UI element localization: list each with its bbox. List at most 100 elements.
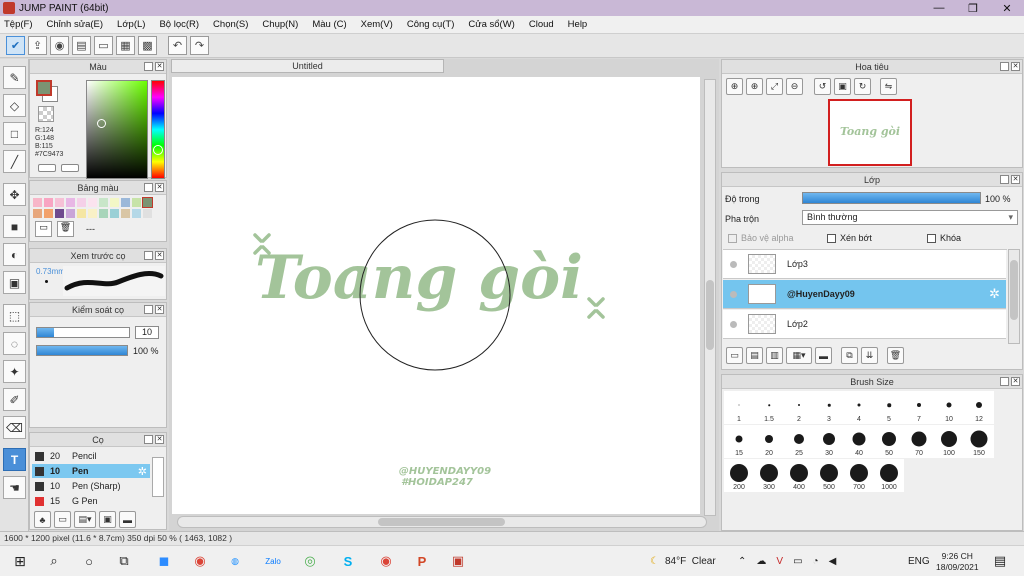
palette-swatch[interactable] (33, 198, 42, 207)
task-view-icon[interactable]: ⧉ (114, 551, 134, 571)
palette-swatch[interactable] (142, 197, 153, 208)
volume-icon[interactable]: ◀ (829, 556, 837, 567)
float-icon[interactable] (1000, 62, 1009, 71)
duplicate-layer-icon[interactable]: ⧉ (841, 347, 858, 364)
hand-tool-icon[interactable]: ☚ (3, 476, 26, 499)
brush-size-option[interactable]: 10 (934, 391, 964, 424)
float-icon[interactable] (144, 62, 153, 71)
palette-swatch[interactable] (110, 198, 119, 207)
share-icon[interactable]: ⇪ (28, 36, 47, 55)
brush-folder-icon[interactable]: ▬ (119, 511, 136, 528)
new-raster-layer-icon[interactable]: ▤ (746, 347, 763, 364)
brush-item-pencil[interactable]: 20 Pencil (32, 449, 150, 463)
float-icon[interactable] (144, 305, 153, 314)
palette-swatch[interactable] (33, 209, 42, 218)
hue-slider[interactable] (151, 80, 165, 179)
brush-size-option[interactable]: 400 (784, 459, 814, 492)
menu-select[interactable]: Chọn(S) (213, 19, 248, 30)
battery-icon[interactable]: ▭ (793, 556, 802, 567)
palette-swatch[interactable] (88, 198, 97, 207)
magic-wand-tool-icon[interactable]: ✦ (3, 360, 26, 383)
layer-type-menu-icon[interactable]: ▦▾ (786, 347, 812, 364)
zoom-in-icon[interactable]: ⊕ (746, 78, 763, 95)
layer-list-scrollbar[interactable] (1008, 249, 1020, 344)
weather-widget[interactable]: ☾ 84°F Clear (650, 546, 716, 576)
selection-pen-tool-icon[interactable]: ✐ (3, 388, 26, 411)
eraser-tool-icon[interactable]: ◇ (3, 94, 26, 117)
palette-swatch[interactable] (55, 198, 64, 207)
zoom-out-icon[interactable]: ⊖ (786, 78, 803, 95)
new-layer-icon[interactable]: ▭ (726, 347, 743, 364)
close-icon[interactable]: ✕ (155, 62, 164, 71)
chrome-profile-icon[interactable]: ◉ (376, 551, 396, 571)
float-icon[interactable] (144, 251, 153, 260)
visibility-icon[interactable] (730, 260, 737, 268)
move-tool-icon[interactable]: ✥ (3, 183, 26, 206)
palette-swatch[interactable] (132, 209, 141, 218)
brush-size-option[interactable]: 150 (964, 425, 994, 458)
brush-size-option[interactable]: 500 (814, 459, 844, 492)
check-icon[interactable]: ✔ (6, 36, 25, 55)
jump-paint-icon[interactable]: ▣ (448, 551, 468, 571)
palette-swatch[interactable] (66, 209, 75, 218)
palette-swatch[interactable] (55, 209, 64, 218)
network-icon[interactable]: ◔ (813, 556, 819, 567)
brush-opacity-slider[interactable] (36, 345, 128, 356)
menu-layer[interactable]: Lớp(L) (117, 19, 145, 30)
grid-icon[interactable]: ▩ (138, 36, 157, 55)
brush-item-pen-sharp[interactable]: 10 Pen (Sharp) (32, 479, 150, 493)
visibility-icon[interactable] (730, 290, 737, 298)
brush-size-option[interactable]: 200 (724, 459, 754, 492)
new-brush-icon[interactable]: ▭ (54, 511, 71, 528)
palette-swatch[interactable] (121, 198, 130, 207)
brush-size-option[interactable]: 2 (784, 391, 814, 424)
palette-swatch[interactable] (132, 198, 141, 207)
float-icon[interactable] (1000, 377, 1009, 386)
menu-file[interactable]: Tệp(F) (4, 19, 33, 30)
menu-help[interactable]: Help (568, 19, 588, 30)
visibility-icon[interactable] (730, 320, 737, 328)
edge-icon[interactable]: ◍ (225, 551, 245, 571)
sv-cursor[interactable] (97, 119, 106, 128)
brush-size-option[interactable]: 100 (934, 425, 964, 458)
zoom-app-icon[interactable]: ◼ (154, 551, 174, 571)
horizontal-scroll-thumb[interactable] (378, 518, 505, 526)
navigator-thumbnail[interactable]: Toang gòi (828, 99, 912, 166)
bucket-tool-icon[interactable]: ◐ (3, 243, 26, 266)
color-mode-button[interactable] (38, 164, 56, 172)
marquee-tool-icon[interactable]: ⬚ (3, 304, 26, 327)
rotate-right-icon[interactable]: ↻ (854, 78, 871, 95)
trash-icon[interactable]: 🗑 (57, 221, 74, 237)
brush-item-g-pen[interactable]: 15 G Pen (32, 494, 150, 508)
brush-size-option[interactable]: 15 (724, 425, 754, 458)
notification-icon[interactable]: ▤ (990, 551, 1010, 571)
close-icon[interactable]: ✕ (155, 251, 164, 260)
brush-size-option[interactable]: 1.5 (754, 391, 784, 424)
brush-menu-icon[interactable]: ▤▾ (74, 511, 96, 528)
select-rect-tool-icon[interactable]: □ (3, 122, 26, 145)
document-tab[interactable]: Untitled (171, 59, 444, 73)
skype-icon[interactable]: S (338, 551, 358, 571)
brush-tool-icon[interactable]: ✎ (3, 66, 26, 89)
gear-icon[interactable]: ✲ (989, 286, 1000, 302)
layer-row-lop2[interactable]: Lớp2 (723, 310, 1006, 339)
brush-size-option[interactable]: 25 (784, 425, 814, 458)
menu-window[interactable]: Cửa sổ(W) (468, 19, 514, 30)
brush-size-option[interactable]: 300 (754, 459, 784, 492)
minimize-button[interactable]: — (922, 0, 956, 16)
merge-layer-icon[interactable]: ⇊ (861, 347, 878, 364)
zalo-icon[interactable]: Zalo (263, 551, 283, 571)
lock-checkbox[interactable]: Khóa (927, 233, 961, 244)
windows-start-icon[interactable]: ⊞ (10, 551, 30, 571)
palette-swatch[interactable] (66, 198, 75, 207)
menu-view[interactable]: Xem(V) (361, 19, 393, 30)
menu-color[interactable]: Màu (C) (312, 19, 346, 30)
brush-size-option[interactable]: 1000 (874, 459, 904, 492)
zoom-fit-icon[interactable]: ⊕ (726, 78, 743, 95)
coc-coc-icon[interactable]: ◎ (300, 551, 320, 571)
trash-icon[interactable]: 🗑 (887, 347, 904, 364)
brush-size-option[interactable]: 30 (814, 425, 844, 458)
close-icon[interactable]: ✕ (1011, 62, 1020, 71)
folder-icon[interactable]: ▬ (815, 347, 832, 364)
page-icon[interactable]: ▭ (94, 36, 113, 55)
